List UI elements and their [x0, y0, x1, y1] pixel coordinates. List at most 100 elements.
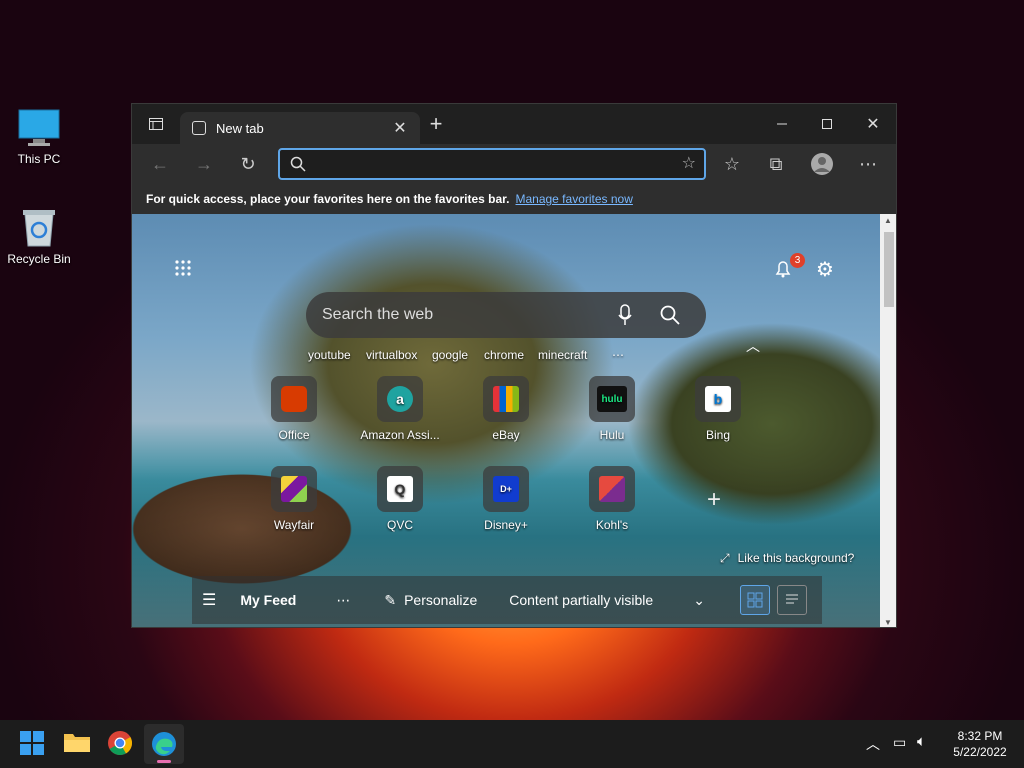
tile-kohls[interactable]: Kohl's — [567, 466, 657, 532]
page-settings-icon[interactable]: ⚙ — [816, 257, 834, 282]
show-hidden-icons-chevron-icon[interactable]: ︿ — [866, 734, 880, 754]
disney-plus-icon: D+ — [493, 476, 519, 502]
collections-icon[interactable]: ⧉ — [764, 152, 788, 176]
suggestion-link[interactable]: virtualbox — [366, 348, 417, 362]
suggestion-link[interactable]: minecraft — [538, 348, 587, 362]
amazon-assistant-icon: a — [387, 386, 413, 412]
page-scrollbar[interactable]: ▲ ▼ — [880, 214, 896, 627]
tab-new-tab[interactable]: New tab ✕ — [180, 112, 420, 144]
tile-disney-plus[interactable]: D+ Disney+ — [461, 466, 551, 532]
like-background-text: Like this background? — [737, 551, 855, 565]
add-site-plus-icon[interactable]: + — [707, 486, 721, 514]
edge-taskbar-button[interactable] — [144, 724, 184, 764]
desktop-icon-label: Recycle Bin — [7, 252, 71, 266]
notifications-icon[interactable]: 3 — [772, 253, 805, 280]
personalize-button[interactable]: ✎ Personalize — [384, 592, 477, 609]
forward-icon[interactable]: → — [192, 152, 216, 176]
tile-label: Office — [278, 428, 310, 442]
tab-actions-icon[interactable] — [144, 112, 168, 136]
edge-icon — [152, 732, 176, 756]
scroll-down-icon[interactable]: ▼ — [884, 618, 892, 627]
like-background-link[interactable]: ⤢ Like this background? — [720, 551, 854, 566]
tab-bar: New tab ✕ + ✕ — [132, 104, 896, 144]
close-window-icon[interactable]: ✕ — [861, 112, 885, 136]
search-icon[interactable] — [660, 305, 680, 330]
web-search-box[interactable]: Search the web — [306, 292, 706, 338]
wayfair-icon — [281, 476, 307, 502]
tab-title: New tab — [216, 120, 264, 136]
search-icon — [290, 156, 306, 172]
tile-label: Disney+ — [484, 518, 528, 532]
taskbar: ︿ ▭ 🔈︎ 8:32 PM 5/22/2022 — [0, 720, 1024, 768]
microphone-icon[interactable] — [618, 304, 632, 331]
add-favorite-icon[interactable]: ☆ — [682, 153, 696, 173]
pencil-icon: ✎ — [384, 591, 397, 608]
content-visibility-label: Content partially visible — [509, 592, 654, 608]
active-indicator — [157, 760, 171, 763]
desktop-icon-label: This PC — [17, 152, 61, 166]
address-bar[interactable]: ☆ — [278, 148, 706, 180]
app-launcher-icon[interactable] — [174, 259, 192, 282]
feed-bar: ☰ My Feed ⋯ ✎ Personalize Content partial… — [192, 576, 822, 624]
feed-more-icon[interactable]: ⋯ — [336, 592, 350, 609]
tile-office[interactable]: Office — [249, 376, 339, 442]
content-visibility-dropdown[interactable]: Content partially visible ⌄ — [509, 592, 705, 609]
chrome-icon[interactable] — [107, 730, 135, 758]
tile-ebay[interactable]: eBay — [461, 376, 551, 442]
suggestion-link[interactable]: chrome — [484, 348, 524, 362]
tile-hulu[interactable]: hulu Hulu — [567, 376, 657, 442]
favorites-bar: For quick access, place your favorites h… — [132, 184, 896, 214]
tile-qvc[interactable]: Q QVC — [355, 466, 445, 532]
network-icon[interactable]: ▭ — [893, 734, 906, 751]
hulu-icon: hulu — [597, 386, 627, 412]
minimize-icon[interactable] — [770, 112, 794, 136]
settings-more-icon[interactable]: ⋯ — [856, 152, 880, 176]
back-icon[interactable]: ← — [148, 152, 172, 176]
tile-amazon-assistant[interactable]: a Amazon Assi... — [355, 376, 445, 442]
new-tab-plus-icon[interactable]: + — [424, 111, 448, 136]
tile-label: eBay — [492, 428, 520, 442]
suggestion-link[interactable]: google — [432, 348, 468, 362]
file-explorer-icon[interactable] — [63, 730, 91, 758]
collapse-chevron-icon[interactable]: ︿ — [746, 336, 760, 356]
favorites-icon[interactable]: ☆ — [720, 152, 744, 176]
expand-arrow-icon: ⤢ — [720, 551, 730, 565]
chevron-down-icon: ⌄ — [693, 591, 705, 608]
maximize-icon[interactable] — [815, 112, 839, 136]
more-suggestions-icon[interactable]: ⋯ — [612, 348, 624, 362]
tile-wayfair[interactable]: Wayfair — [249, 466, 339, 532]
favorites-bar-message: For quick access, place your favorites h… — [146, 192, 510, 206]
tile-label: Bing — [705, 428, 731, 442]
monitor-icon — [18, 109, 60, 146]
list-layout-icon[interactable] — [777, 585, 807, 615]
tile-label: Hulu — [599, 428, 625, 442]
my-feed-tab[interactable]: My Feed — [240, 592, 296, 608]
close-tab-icon[interactable]: ✕ — [390, 118, 410, 138]
scroll-up-icon[interactable]: ▲ — [884, 216, 892, 225]
tile-label: QVC — [386, 518, 413, 532]
clock[interactable]: 8:32 PM 5/22/2022 — [945, 728, 1015, 760]
refresh-icon[interactable]: ↻ — [236, 152, 260, 176]
personalize-label: Personalize — [404, 591, 478, 608]
manage-favorites-link[interactable]: Manage favorites now — [515, 192, 632, 206]
notification-badge: 3 — [790, 253, 805, 268]
scrollbar-thumb[interactable] — [884, 232, 894, 307]
feed-menu-icon[interactable]: ☰ — [202, 590, 216, 610]
browser-window: New tab ✕ + ✕ ← → ↻ ☆ ☆ ⧉ ⋯ For quick ac… — [131, 103, 897, 628]
search-placeholder: Search the web — [322, 306, 434, 323]
desktop-icon-recycle-bin[interactable]: Recycle Bin — [4, 206, 74, 266]
tile-label: Wayfair — [273, 518, 315, 532]
suggestion-link[interactable]: youtube — [308, 348, 351, 362]
recycle-bin-icon — [23, 210, 55, 247]
tile-bing[interactable]: b Bing — [673, 376, 763, 442]
clock-time: 8:32 PM — [957, 729, 1003, 743]
grid-layout-icon[interactable] — [740, 585, 770, 615]
new-tab-page: 3 ⚙ Search the web youtube virtualbox go… — [132, 214, 880, 627]
new-tab-favicon-icon — [192, 121, 206, 135]
volume-icon[interactable]: 🔈︎ — [917, 733, 926, 750]
profile-avatar[interactable] — [810, 152, 834, 176]
toolbar: ← → ↻ ☆ ☆ ⧉ ⋯ — [132, 144, 896, 184]
start-windows-icon[interactable] — [19, 730, 47, 758]
clock-date: 5/22/2022 — [953, 745, 1007, 759]
desktop-icon-this-pc[interactable]: This PC — [4, 108, 74, 166]
